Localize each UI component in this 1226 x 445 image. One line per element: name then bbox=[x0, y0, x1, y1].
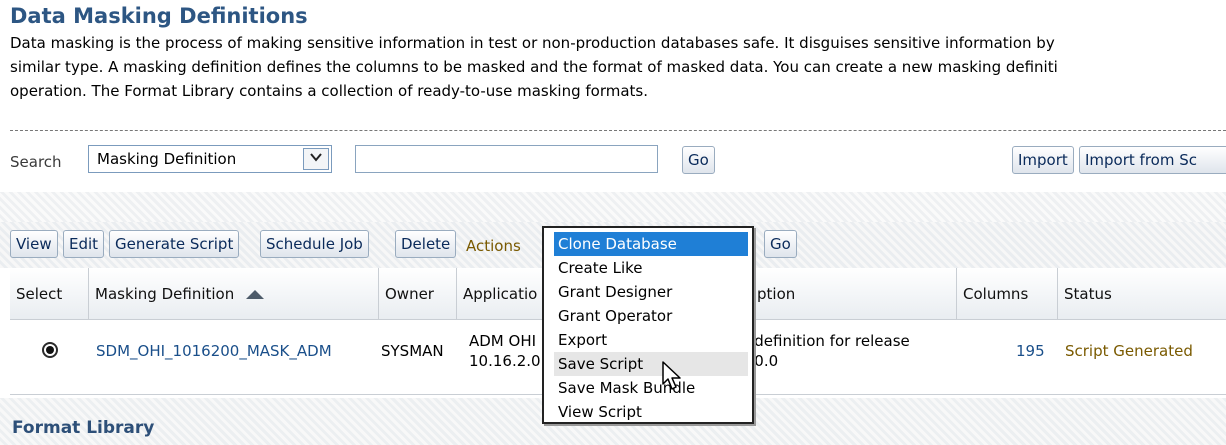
column-header-select: Select bbox=[10, 268, 89, 320]
search-input[interactable] bbox=[355, 145, 658, 173]
schedule-job-button[interactable]: Schedule Job bbox=[260, 230, 369, 258]
actions-label: Actions bbox=[466, 237, 521, 255]
search-label: Search bbox=[10, 153, 62, 171]
status-cell: Script Generated bbox=[1065, 342, 1193, 360]
search-type-value: Masking Definition bbox=[97, 150, 237, 168]
import-button[interactable]: Import bbox=[1012, 146, 1074, 174]
row-select-radio[interactable] bbox=[42, 342, 58, 358]
menu-item-export[interactable]: Export bbox=[554, 328, 748, 352]
menu-item-grant-operator[interactable]: Grant Operator bbox=[554, 304, 748, 328]
column-header-status: Status bbox=[1058, 268, 1226, 320]
divider bbox=[10, 130, 1226, 131]
actions-go-button[interactable]: Go bbox=[764, 230, 797, 258]
view-button[interactable]: View bbox=[10, 230, 58, 258]
format-library-title: Format Library bbox=[12, 418, 155, 438]
masking-definition-link[interactable]: SDM_OHI_1016200_MASK_ADM bbox=[96, 342, 332, 360]
application-cell-line: 10.16.2.0 bbox=[469, 352, 541, 370]
columns-count-link[interactable]: 195 bbox=[1016, 342, 1045, 360]
sort-ascending-icon[interactable] bbox=[245, 269, 265, 321]
description-cell-line: g definition for release bbox=[740, 332, 910, 350]
page-description-line: operation. The Format Library contains a… bbox=[10, 82, 649, 100]
search-type-select[interactable]: Masking Definition bbox=[88, 145, 332, 173]
page-description-line: Data masking is the process of making se… bbox=[10, 34, 1055, 52]
menu-item-save-script[interactable]: Save Script bbox=[554, 352, 748, 376]
separator-stripe bbox=[0, 192, 1226, 222]
menu-item-view-script[interactable]: View Script bbox=[554, 400, 748, 424]
mouse-pointer-icon bbox=[660, 360, 686, 398]
owner-cell: SYSMAN bbox=[381, 342, 444, 360]
chevron-down-icon[interactable] bbox=[303, 148, 329, 170]
edit-button[interactable]: Edit bbox=[63, 230, 105, 258]
menu-item-create-like[interactable]: Create Like bbox=[554, 256, 748, 280]
actions-dropdown-menu[interactable]: Clone Database Create Like Grant Designe… bbox=[542, 226, 754, 424]
column-header-masking-definition[interactable]: Masking Definition bbox=[89, 268, 379, 320]
menu-item-clone-database[interactable]: Clone Database bbox=[554, 232, 748, 256]
column-header-label: Masking Definition bbox=[95, 285, 235, 303]
column-header-columns: Columns bbox=[957, 268, 1058, 320]
menu-item-save-mask-bundle[interactable]: Save Mask Bundle bbox=[554, 376, 748, 400]
application-cell-line: ADM OHI bbox=[469, 332, 537, 350]
delete-button[interactable]: Delete bbox=[395, 230, 457, 258]
column-header-owner: Owner bbox=[379, 268, 457, 320]
page-description-line: similar type. A masking definition defin… bbox=[10, 58, 1058, 76]
generate-script-button[interactable]: Generate Script bbox=[109, 230, 240, 258]
import-from-button[interactable]: Import from Sc bbox=[1079, 146, 1226, 174]
page-title: Data Masking Definitions bbox=[10, 4, 308, 28]
column-header-application: Applicatio bbox=[457, 268, 547, 320]
menu-item-grant-designer[interactable]: Grant Designer bbox=[554, 280, 748, 304]
search-go-button[interactable]: Go bbox=[682, 146, 715, 174]
